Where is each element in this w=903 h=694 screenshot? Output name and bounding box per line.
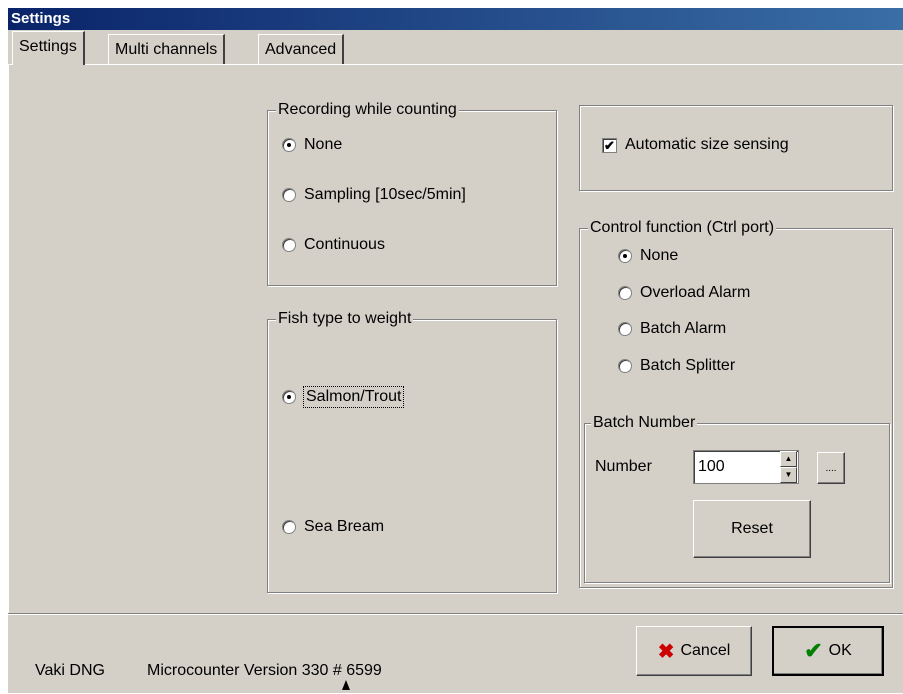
recording-group-legend: Recording while counting: [276, 100, 459, 120]
batch-number-legend: Batch Number: [591, 413, 698, 433]
checkbox-checked-icon: ✔: [602, 137, 617, 153]
batch-number-group: Batch Number Number 100 ▲ ▼ .... Reset: [584, 413, 890, 583]
radio-label: Batch Alarm: [640, 320, 727, 337]
spin-down-button[interactable]: ▼: [780, 467, 797, 483]
radio-fish-sea-bream[interactable]: Sea Bream: [282, 516, 384, 538]
mouse-pointer-icon: [342, 680, 350, 690]
x-icon: ✖: [657, 640, 675, 663]
fish-type-group-legend: Fish type to weight: [276, 309, 414, 329]
browse-button[interactable]: ....: [817, 452, 845, 484]
radio-label: Overload Alarm: [640, 284, 751, 301]
tab-advanced[interactable]: Advanced: [258, 34, 345, 64]
ok-button[interactable]: ✔ OK: [772, 626, 884, 676]
radio-label: Sampling [10sec/5min]: [304, 186, 466, 203]
radio-recording-none[interactable]: None: [282, 134, 342, 156]
radio-recording-continuous[interactable]: Continuous: [282, 234, 385, 256]
reset-button[interactable]: Reset: [693, 500, 811, 558]
fish-type-group: Fish type to weight Salmon/Trout Sea Bre…: [267, 309, 557, 593]
radio-control-batch-alarm[interactable]: Batch Alarm: [618, 318, 726, 340]
settings-tab-panel: Recording while counting None Sampling […: [8, 64, 903, 614]
radio-label: None: [304, 136, 343, 153]
company-label: Vaki DNG: [35, 662, 105, 679]
version-label: Microcounter Version 330 # 6599: [147, 662, 382, 679]
radio-label: Batch Splitter: [640, 357, 736, 374]
ok-label: OK: [828, 642, 852, 659]
radio-label: Sea Bream: [304, 518, 385, 535]
radio-label: None: [640, 247, 679, 264]
radio-unselected-icon: [618, 286, 632, 300]
control-function-group: Control function (Ctrl port) None Overlo…: [579, 218, 893, 588]
radio-unselected-icon: [282, 238, 296, 252]
auto-size-group: ✔ Automatic size sensing: [579, 105, 893, 191]
radio-unselected-icon: [618, 322, 632, 336]
window-title: Settings: [8, 8, 903, 30]
cancel-label: Cancel: [680, 642, 731, 659]
radio-unselected-icon: [618, 359, 632, 373]
tab-multi-channels[interactable]: Multi channels: [108, 34, 226, 64]
radio-unselected-icon: [282, 188, 296, 202]
settings-window: Settings Settings Multi channels Advance…: [8, 8, 903, 693]
auto-size-label: Automatic size sensing: [625, 136, 789, 153]
radio-label: Salmon/Trout: [302, 386, 405, 408]
batch-number-label: Number: [595, 458, 652, 475]
tab-settings[interactable]: Settings: [12, 31, 85, 65]
control-function-legend: Control function (Ctrl port): [588, 218, 777, 238]
triangle-down-icon: ▼: [784, 470, 793, 479]
recording-group: Recording while counting None Sampling […: [267, 100, 557, 286]
radio-selected-icon: [618, 249, 632, 263]
radio-selected-icon: [282, 390, 296, 404]
radio-selected-icon: [282, 138, 296, 152]
cancel-button[interactable]: ✖ Cancel: [636, 626, 752, 676]
spin-up-button[interactable]: ▲: [780, 451, 797, 467]
triangle-up-icon: ▲: [784, 454, 793, 463]
footer-separator: [8, 613, 903, 615]
auto-size-checkbox[interactable]: ✔ Automatic size sensing: [602, 136, 789, 154]
radio-control-batch-splitter[interactable]: Batch Splitter: [618, 355, 735, 377]
radio-recording-sampling[interactable]: Sampling [10sec/5min]: [282, 184, 466, 206]
radio-label: Continuous: [304, 236, 385, 253]
radio-control-none[interactable]: None: [618, 245, 678, 267]
radio-fish-salmon-trout[interactable]: Salmon/Trout: [282, 386, 405, 408]
radio-control-overload-alarm[interactable]: Overload Alarm: [618, 282, 750, 304]
batch-number-value: 100: [698, 458, 725, 475]
radio-unselected-icon: [282, 520, 296, 534]
checkmark-icon: ✔: [804, 638, 823, 663]
